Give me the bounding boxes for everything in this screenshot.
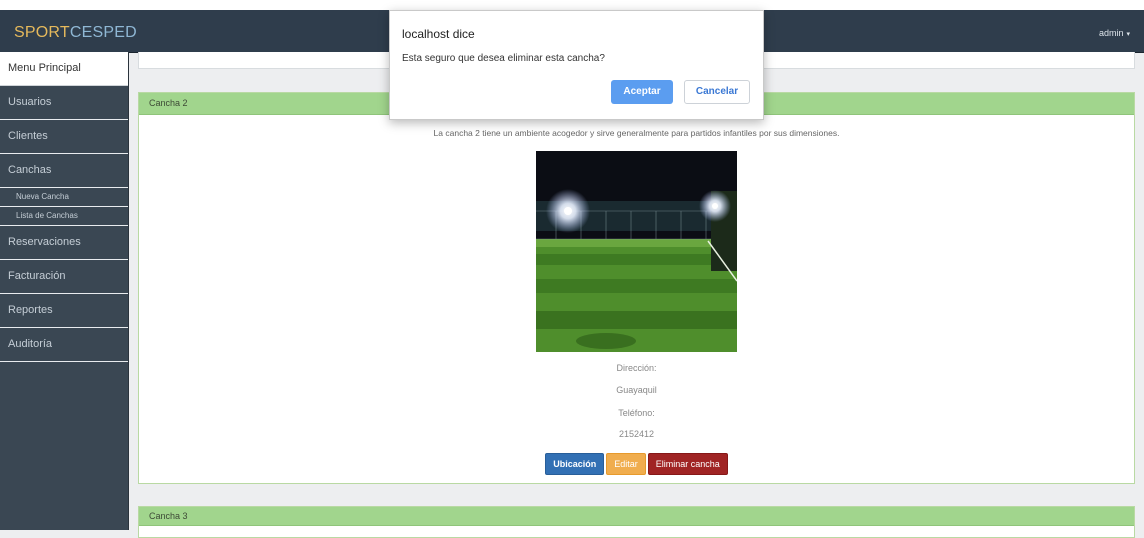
- sidebar-item-auditoria[interactable]: Auditoría: [0, 328, 128, 362]
- panel-actions: Ubicación Editar Eliminar cancha: [139, 453, 1134, 475]
- sidebar-item-label: Canchas: [8, 164, 52, 176]
- delete-cancha-button[interactable]: Eliminar cancha: [647, 453, 728, 475]
- cancha-description: La cancha 2 tiene un ambiente acogedor y…: [433, 128, 840, 138]
- brand-part-cesped: CESPED: [69, 24, 137, 41]
- location-button[interactable]: Ubicación: [545, 453, 605, 475]
- sidebar-item-label: Reportes: [8, 304, 53, 316]
- edit-button[interactable]: Editar: [606, 453, 646, 475]
- phone-label: Teléfono:: [618, 408, 655, 418]
- top-strip: [0, 0, 1144, 10]
- sidebar-item-label: Auditoría: [8, 338, 53, 350]
- panel-body: La cancha 2 tiene un ambiente acogedor y…: [139, 115, 1134, 483]
- address-value: Guayaquil: [616, 385, 657, 395]
- confirm-dialog: localhost dice Esta seguro que desea eli…: [389, 10, 764, 120]
- sidebar-item-reservaciones[interactable]: Reservaciones: [0, 226, 128, 260]
- sidebar-item-label: Menu Principal: [8, 62, 81, 74]
- sidebar-item-reportes[interactable]: Reportes: [0, 294, 128, 328]
- field-image: [536, 151, 737, 352]
- chevron-down-icon: ▾: [1126, 31, 1130, 38]
- dialog-message: Esta seguro que desea eliminar esta canc…: [402, 53, 605, 64]
- brand-logo[interactable]: SPORTCESPED: [14, 24, 137, 42]
- brand-part-sport: SPORT: [14, 24, 70, 41]
- dialog-cancel-button[interactable]: Cancelar: [684, 80, 750, 104]
- address-label: Dirección:: [616, 363, 657, 373]
- sidebar-item-label: Reservaciones: [8, 236, 81, 248]
- sidebar-item-usuarios[interactable]: Usuarios: [0, 86, 128, 120]
- sidebar-item-label: Clientes: [8, 130, 48, 142]
- sidebar: Menu Principal Usuarios Clientes Canchas…: [0, 52, 129, 530]
- user-name: admin: [1098, 28, 1124, 38]
- cancha-panel-3: Cancha 3: [138, 506, 1135, 538]
- sidebar-item-label: Usuarios: [8, 96, 52, 108]
- sidebar-subitem-label: Lista de Canchas: [16, 211, 78, 220]
- sidebar-item-menu-principal[interactable]: Menu Principal: [0, 52, 128, 86]
- sidebar-subitem-lista-canchas[interactable]: Lista de Canchas: [0, 207, 128, 226]
- dialog-accept-button[interactable]: Aceptar: [611, 80, 673, 104]
- sidebar-item-facturacion[interactable]: Facturación: [0, 260, 128, 294]
- user-menu[interactable]: admin ▾: [1099, 28, 1130, 38]
- dialog-title: localhost dice: [402, 27, 475, 41]
- sidebar-item-clientes[interactable]: Clientes: [0, 120, 128, 154]
- panel-3-title: Cancha 3: [139, 507, 1134, 526]
- cancha-photo: [536, 151, 737, 352]
- sidebar-subitem-nueva-cancha[interactable]: Nueva Cancha: [0, 188, 128, 207]
- sidebar-subitem-label: Nueva Cancha: [16, 192, 69, 201]
- sidebar-item-label: Facturación: [8, 270, 66, 282]
- phone-value: 2152412: [618, 429, 655, 439]
- sidebar-item-canchas[interactable]: Canchas: [0, 154, 128, 188]
- cancha-panel: Cancha 2 La cancha 2 tiene un ambiente a…: [138, 92, 1135, 484]
